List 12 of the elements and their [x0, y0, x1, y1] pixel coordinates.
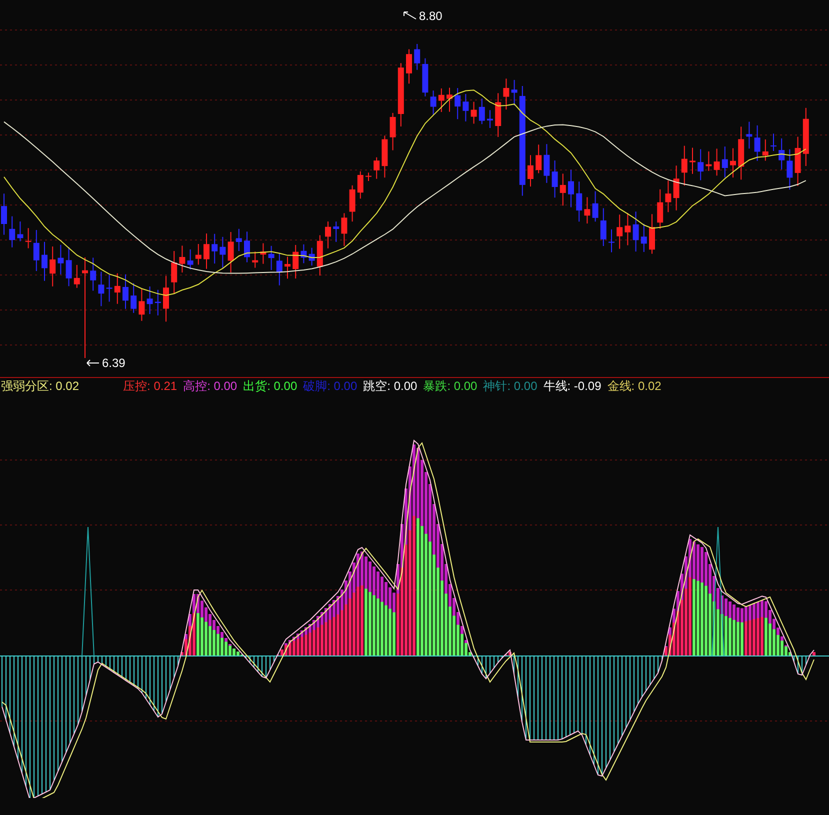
indicator-reading: 压控: 0.21: [123, 380, 178, 392]
indicator-reading: 牛线: -0.09: [543, 380, 602, 392]
indicator-reading: 破脚: 0.00: [303, 380, 358, 392]
indicator-reading: 金线: 0.02: [607, 380, 662, 392]
price-label: 6.39: [102, 357, 126, 369]
indicator-reading: 暴跌: 0.00: [423, 380, 478, 392]
price-label: 8.80: [419, 10, 442, 22]
indicator-reading: 高控: 0.00: [183, 380, 238, 392]
indicator-reading: 出货: 0.00: [243, 380, 298, 392]
indicator-reading: 跳空: 0.00: [363, 380, 418, 392]
indicator-reading: 强弱分区: 0.02: [1, 380, 80, 392]
indicator-reading: 神针: 0.00: [483, 380, 538, 392]
